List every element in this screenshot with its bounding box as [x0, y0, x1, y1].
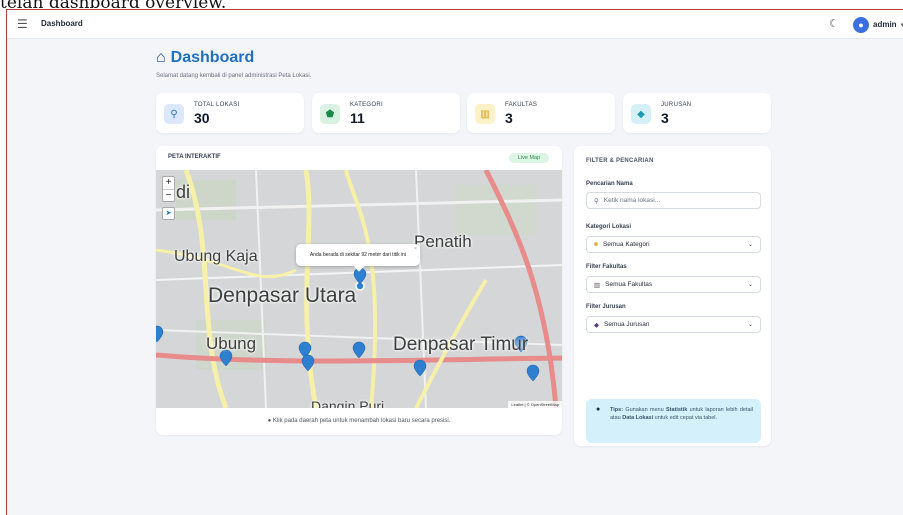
hamburger-menu-icon[interactable]: ☰: [17, 17, 28, 31]
fakultas-label: Filter Fakultas: [586, 264, 627, 270]
map-label: Ubung: [206, 334, 257, 353]
zoom-control: + −: [162, 176, 175, 202]
navbar-brand[interactable]: Dashboard: [41, 19, 83, 28]
info-icon: ●: [267, 418, 272, 424]
stat-value: 11: [350, 110, 365, 126]
map-attribution[interactable]: Leaflet | © OpenStreetMap: [508, 401, 562, 408]
stat-card-total-lokasi: ⚲ TOTAL LOKASI 30: [156, 93, 304, 133]
tips-statistik: Statistik: [665, 407, 688, 413]
map-label: Ubung Kaja: [174, 248, 258, 265]
avatar: ●: [853, 16, 869, 33]
stat-value: 30: [194, 110, 210, 126]
location-popup: Anda berada di sekitar 92 meter dari tit…: [296, 244, 420, 272]
zoom-in-button[interactable]: +: [163, 177, 174, 190]
search-label: Pencarian Nama: [586, 181, 633, 187]
tips-box: ● Tips: Gunakan menu Statistik untuk lap…: [586, 399, 761, 443]
map-hint-text: Klik pada daerah peta untuk menambah lok…: [272, 418, 451, 424]
jurusan-value: Semua Jurusan: [604, 321, 650, 328]
graduation-cap-icon: ◆: [594, 321, 599, 329]
popup-text: Anda berada di sekitar 92 meter dari tit…: [309, 252, 407, 258]
stat-card-jurusan: ◆ JURUSAN 3: [623, 93, 771, 133]
map-label: di: [176, 182, 191, 202]
locate-me-icon[interactable]: ➤: [162, 207, 175, 220]
filter-card: FILTER & PENCARIAN Pencarian Nama ⚲ Keti…: [574, 146, 771, 446]
chevron-down-icon: ⌄: [747, 282, 753, 288]
fakultas-select[interactable]: ▥ Semua Fakultas ⌄: [586, 276, 761, 293]
map-card: PETA INTERAKTIF Live Map di Penatih Ubun…: [156, 146, 562, 435]
stat-label: FAKULTAS: [505, 102, 538, 108]
dark-mode-toggle-icon[interactable]: ☾: [829, 17, 839, 30]
stat-value: 3: [661, 110, 669, 126]
folder-icon: ■: [594, 241, 598, 248]
search-placeholder: Ketik nama lokasi...: [603, 197, 661, 204]
fakultas-value: Semua Fakultas: [605, 281, 653, 288]
map-pin-icon: ⚲: [164, 104, 184, 124]
user-menu[interactable]: ● admin ▾: [853, 15, 903, 34]
stat-value: 3: [505, 110, 513, 126]
stat-label: JURUSAN: [661, 102, 692, 108]
map-label: Dangin Puri: [311, 398, 385, 408]
jurusan-label: Filter Jurusan: [586, 304, 626, 310]
stat-card-fakultas: ▥ FAKULTAS 3: [467, 93, 615, 133]
tag-icon: ⬟: [320, 104, 340, 124]
lightbulb-icon: ●: [596, 406, 601, 413]
graduation-cap-icon: ◆: [631, 104, 651, 124]
tips-data-lokasi: Data Lokasi: [622, 415, 654, 421]
page-title-text: Dashboard: [170, 49, 255, 66]
interactive-map[interactable]: di Penatih Ubung Kaja Denpasar Utara Ubu…: [156, 170, 562, 408]
bank-icon: ▥: [594, 281, 601, 289]
tips-text: Gunakan menu: [623, 407, 666, 413]
kategori-select[interactable]: ■ Semua Kategori ⌄: [586, 236, 761, 253]
chevron-down-icon: ⌄: [747, 242, 753, 248]
map-label: Denpasar Utara: [208, 284, 357, 307]
tips-text: untuk edit cepat via tabel.: [653, 415, 718, 421]
filter-title: FILTER & PENCARIAN: [586, 158, 654, 164]
map-title: PETA INTERAKTIF: [168, 154, 221, 160]
map-label: Denpasar Timur: [393, 334, 529, 355]
live-map-badge: Live Map: [509, 153, 549, 163]
stat-label: TOTAL LOKASI: [194, 102, 240, 108]
app-window: ☰ Dashboard ☾ ● admin ▾ ⌂ Dashboard Sela…: [6, 9, 903, 515]
kategori-label: Kategori Lokasi: [586, 224, 632, 230]
kategori-value: Semua Kategori: [602, 241, 650, 248]
search-icon: ⚲: [594, 197, 599, 205]
tips-prefix: Tips:: [610, 407, 624, 413]
stat-card-kategori: ⬟ KATEGORI 11: [312, 93, 460, 133]
zoom-out-button[interactable]: −: [163, 190, 174, 202]
map-hint: ● Klik pada daerah peta untuk menambah l…: [156, 418, 562, 424]
page-subtitle: Selamat datang kembali di panel administ…: [156, 73, 312, 79]
search-input[interactable]: ⚲ Ketik nama lokasi...: [586, 192, 761, 209]
stat-label: KATEGORI: [350, 102, 383, 108]
chevron-down-icon: ⌄: [747, 322, 753, 328]
map-label: Penatih: [414, 232, 472, 251]
top-navbar: ☰ Dashboard ☾ ● admin ▾: [7, 10, 903, 39]
page-title: ⌂ Dashboard: [156, 49, 254, 67]
bank-icon: ▥: [475, 104, 495, 124]
home-icon: ⌂: [156, 49, 166, 66]
close-icon[interactable]: ×: [414, 246, 417, 252]
username: admin: [873, 20, 897, 29]
jurusan-select[interactable]: ◆ Semua Jurusan ⌄: [586, 316, 761, 333]
